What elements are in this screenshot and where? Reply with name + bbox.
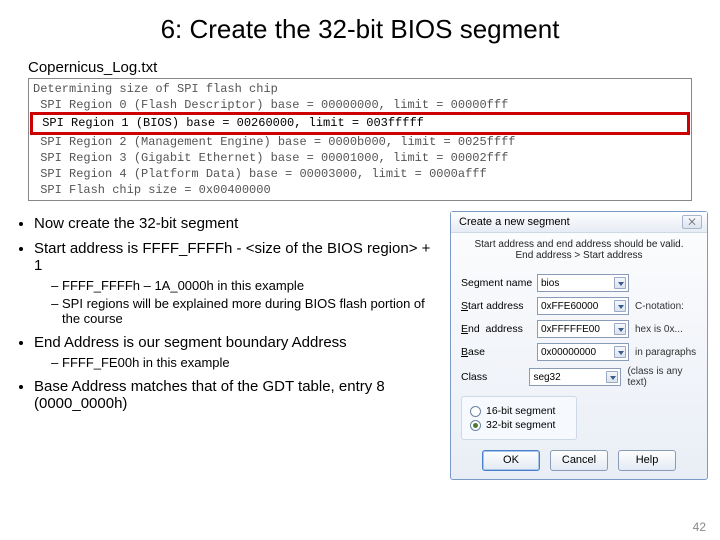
log-line-highlighted: SPI Region 1 (BIOS) base = 00260000, lim… (30, 112, 690, 134)
dialog-titlebar: Create a new segment ⨉ (451, 212, 707, 233)
log-line: SPI Region 4 (Platform Data) base = 0000… (33, 166, 687, 182)
cancel-button[interactable]: Cancel (550, 450, 608, 471)
help-button[interactable]: Help (618, 450, 676, 471)
bullet: Base Address matches that of the GDT tab… (34, 378, 442, 412)
chevron-down-icon[interactable] (614, 277, 626, 289)
chevron-down-icon[interactable] (614, 346, 626, 358)
bullet: Start address is FFFF_FFFFh - <size of t… (34, 240, 442, 326)
close-button[interactable]: ⨉ (682, 215, 702, 229)
end-address-input[interactable]: 0xFFFFFE00 (537, 320, 629, 338)
log-line: Determining size of SPI flash chip (33, 81, 687, 97)
sub-bullet: SPI regions will be explained more durin… (62, 296, 442, 326)
segment-bitness-group: 16-bit segment 32-bit segment (461, 396, 577, 440)
base-input[interactable]: 0x00000000 (537, 343, 629, 361)
class-input[interactable]: seg32 (529, 368, 621, 386)
class-label: Class (461, 371, 529, 383)
ok-button[interactable]: OK (482, 450, 540, 471)
segment-name-label: Segment name (461, 277, 537, 289)
dialog-title: Create a new segment (459, 216, 570, 228)
log-filename: Copernicus_Log.txt (28, 59, 720, 76)
radio-icon (470, 406, 481, 417)
radio-32bit[interactable]: 32-bit segment (470, 419, 568, 431)
log-line: SPI Region 2 (Management Engine) base = … (33, 134, 687, 150)
paragraph-note: in paragraphs (635, 347, 696, 358)
cnotation-label: C-notation: (635, 301, 684, 312)
slide-title: 6: Create the 32-bit BIOS segment (0, 0, 720, 53)
sub-bullet: FFFF_FFFFh – 1A_0000h in this example (62, 278, 442, 293)
dialog-hint: Start address and end address should be … (451, 233, 707, 269)
log-line: SPI Region 3 (Gigabit Ethernet) base = 0… (33, 150, 687, 166)
start-address-input[interactable]: 0xFFE60000 (537, 297, 629, 315)
segment-name-input[interactable]: bios (537, 274, 629, 292)
page-number: 42 (693, 520, 706, 534)
bullet: Now create the 32-bit segment (34, 215, 442, 232)
bullet-list: Now create the 32-bit segment Start addr… (6, 211, 450, 480)
log-box: Determining size of SPI flash chip SPI R… (28, 78, 692, 201)
chevron-down-icon[interactable] (606, 371, 618, 383)
end-address-label: End address (461, 323, 537, 335)
log-line: SPI Flash chip size = 0x00400000 (33, 182, 687, 198)
chevron-down-icon[interactable] (614, 300, 626, 312)
sub-bullet: FFFF_FE00h in this example (62, 355, 442, 370)
radio-16bit[interactable]: 16-bit segment (470, 405, 568, 417)
log-line: SPI Region 0 (Flash Descriptor) base = 0… (33, 97, 687, 113)
bullet: End Address is our segment boundary Addr… (34, 334, 442, 370)
radio-icon (470, 420, 481, 431)
start-address-label: Start address (461, 300, 537, 312)
base-label: Base (461, 346, 537, 358)
class-note: (class is any text) (627, 366, 697, 388)
hex-note: hex is 0x... (635, 324, 683, 335)
chevron-down-icon[interactable] (614, 323, 626, 335)
create-segment-dialog: Create a new segment ⨉ Start address and… (450, 211, 708, 480)
